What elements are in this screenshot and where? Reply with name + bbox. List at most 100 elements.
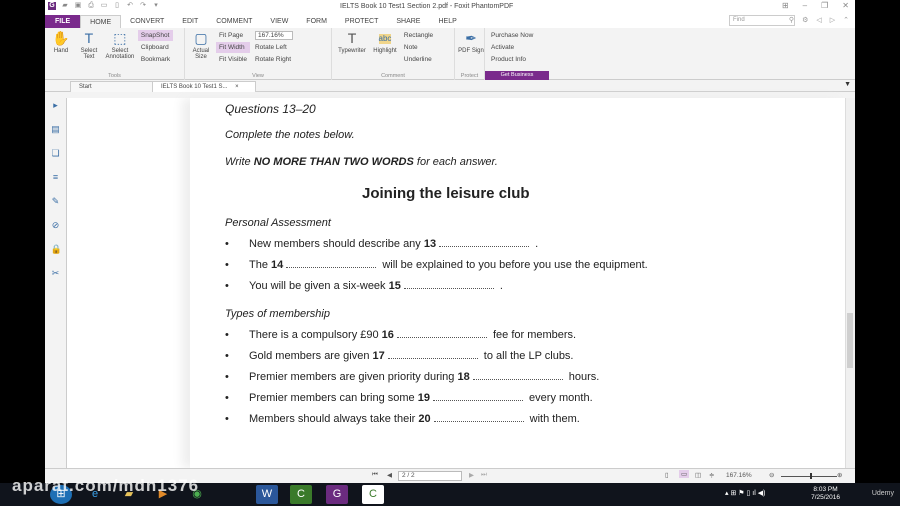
- rotate-right-button[interactable]: Rotate Right: [252, 54, 296, 65]
- tools-icon[interactable]: ✂: [51, 268, 61, 278]
- select-text-button[interactable]: T Select Text: [76, 30, 102, 60]
- security-lock-icon[interactable]: 🔒: [51, 244, 62, 254]
- tab-start[interactable]: Start: [70, 81, 155, 92]
- note-item: • Premier members are given priority duri…: [225, 371, 600, 383]
- watermark: aparat.com/mdn1376: [12, 476, 200, 495]
- new-icon[interactable]: ▯: [113, 2, 121, 10]
- first-page-icon[interactable]: ⏮: [372, 471, 378, 479]
- activate-button[interactable]: Activate: [488, 42, 536, 53]
- single-page-icon[interactable]: ▯: [665, 471, 669, 479]
- business-group: Purchase Now Activate Product Info Get B…: [485, 28, 549, 80]
- prev-icon[interactable]: ◁: [816, 16, 821, 24]
- open-icon[interactable]: ▰: [61, 2, 69, 10]
- page-number-input[interactable]: 2 / 2: [398, 471, 462, 481]
- typewriter-button[interactable]: T Typewriter: [335, 30, 369, 54]
- answer-blank: [286, 260, 377, 268]
- fit-page-button[interactable]: Fit Page: [216, 30, 250, 41]
- menu-form[interactable]: FORM: [297, 15, 336, 28]
- bullet: •: [225, 350, 229, 362]
- vertical-scrollbar[interactable]: [845, 98, 855, 468]
- purchase-now-button[interactable]: Purchase Now: [488, 30, 536, 41]
- window-title: IELTS Book 10 Test1 Section 2.pdf - Foxi…: [340, 3, 514, 10]
- tab-list-dropdown-icon[interactable]: ▼: [844, 81, 851, 88]
- find-input[interactable]: Find: [729, 15, 795, 26]
- bookmark-button[interactable]: Bookmark: [138, 54, 173, 65]
- layers-icon[interactable]: ❏: [51, 148, 61, 158]
- last-page-icon[interactable]: ⏭: [481, 471, 487, 479]
- hand-icon: ✋: [52, 30, 70, 46]
- gear-icon[interactable]: ⚙: [802, 16, 808, 24]
- undo-icon[interactable]: ↶: [126, 2, 134, 10]
- foxit-taskbar-icon[interactable]: G: [326, 485, 348, 504]
- highlight-button[interactable]: abc Highlight: [371, 30, 399, 54]
- scrollbar-thumb[interactable]: [847, 313, 853, 368]
- menu-share[interactable]: SHARE: [387, 15, 429, 28]
- zoom-level[interactable]: 167.16%: [726, 472, 752, 479]
- prev-page-icon[interactable]: ◀: [387, 471, 392, 479]
- menu-view[interactable]: VIEW: [261, 15, 297, 28]
- get-business-button[interactable]: Get Business: [485, 71, 549, 80]
- close-icon[interactable]: ✕: [842, 1, 849, 10]
- menu-convert[interactable]: CONVERT: [121, 15, 173, 28]
- clipboard-button[interactable]: Clipboard: [138, 42, 173, 53]
- collapse-ribbon-icon[interactable]: ⌃: [843, 16, 849, 24]
- clock[interactable]: 8:03 PM 7/25/2016: [811, 486, 840, 502]
- rectangle-button[interactable]: Rectangle: [401, 30, 436, 41]
- select-annotation-button[interactable]: ⬚ Select Annotation: [104, 30, 136, 60]
- pages-icon[interactable]: ▤: [51, 124, 61, 134]
- product-info-button[interactable]: Product Info: [488, 54, 536, 65]
- word-taskbar-icon[interactable]: W: [256, 485, 278, 504]
- answer-blank: [472, 372, 563, 380]
- customize-icon[interactable]: ▾: [152, 2, 160, 10]
- comments-icon[interactable]: ✎: [51, 196, 61, 206]
- restore-icon[interactable]: ❐: [821, 1, 828, 10]
- facing-page-icon[interactable]: ◫: [695, 471, 701, 479]
- print-icon[interactable]: ⎙: [87, 2, 95, 10]
- fit-visible-button[interactable]: Fit Visible: [216, 54, 250, 65]
- save-icon[interactable]: ▣: [74, 2, 82, 10]
- next-page-icon[interactable]: ▶: [469, 471, 474, 479]
- fit-width-button[interactable]: Fit Width: [215, 42, 251, 53]
- search-icon[interactable]: ⚲: [789, 16, 794, 24]
- comment-group: T Typewriter abc Highlight Rectangle Note …: [332, 28, 455, 80]
- menu-file[interactable]: FILE: [45, 15, 81, 28]
- section-personal-assessment: Personal Assessment: [225, 217, 331, 229]
- redo-icon[interactable]: ↷: [139, 2, 147, 10]
- note-button[interactable]: Note: [401, 42, 436, 53]
- attachments-icon[interactable]: ⊘: [51, 220, 61, 230]
- close-tab-icon[interactable]: ×: [235, 84, 239, 90]
- expand-panel-icon[interactable]: ▸: [51, 100, 61, 110]
- next-icon[interactable]: ▷: [830, 16, 835, 24]
- zoom-select[interactable]: 167.16%: [254, 31, 293, 40]
- answer-blank: [439, 239, 530, 247]
- menu-help[interactable]: HELP: [429, 15, 465, 28]
- continuous-page-icon[interactable]: ▭: [679, 470, 690, 478]
- menu-edit[interactable]: EDIT: [173, 15, 207, 28]
- underline-button[interactable]: Underline: [401, 54, 436, 65]
- zoom-slider-handle[interactable]: [810, 473, 812, 479]
- zoom-in-icon[interactable]: ⊕: [837, 471, 842, 479]
- camtasia-recorder-taskbar-icon[interactable]: C: [362, 485, 384, 504]
- title-bar: G ▰ ▣ ⎙ ▭ ▯ ↶ ↷ ▾ IELTS Book 10 Test1 Se…: [45, 0, 855, 14]
- menu-comment[interactable]: COMMENT: [207, 15, 261, 28]
- rotate-left-button[interactable]: Rotate Left: [252, 42, 296, 53]
- minimize-icon[interactable]: –: [803, 1, 807, 10]
- hand-button[interactable]: ✋ Hand: [48, 30, 74, 54]
- scan-icon[interactable]: ▭: [100, 2, 108, 10]
- actual-size-button[interactable]: ▢ Actual Size: [188, 30, 214, 60]
- select-text-icon: T: [84, 30, 94, 46]
- instruction-2: Write NO MORE THAN TWO WORDS for each an…: [225, 156, 498, 168]
- pdf-sign-button[interactable]: ✒ PDF Sign: [458, 30, 484, 54]
- bullet: •: [225, 392, 229, 404]
- menu-home[interactable]: HOME: [80, 15, 122, 28]
- system-tray-icons[interactable]: ▴ ⊞ ⚑ ▯ ıl ◀): [725, 489, 765, 497]
- bookmarks-icon[interactable]: ≡: [51, 172, 61, 182]
- snapshot-button[interactable]: SnapShot: [137, 30, 174, 41]
- camtasia-taskbar-icon[interactable]: C: [290, 485, 312, 504]
- ribbon-toggle-icon[interactable]: ⊞: [782, 1, 789, 10]
- continuous-facing-icon[interactable]: ≑: [709, 471, 714, 479]
- tab-ielts-document[interactable]: IELTS Book 10 Test1 S... ×: [152, 81, 256, 92]
- menu-protect[interactable]: PROTECT: [336, 15, 387, 28]
- zoom-slider[interactable]: [781, 476, 837, 477]
- zoom-out-icon[interactable]: ⊖: [769, 471, 774, 479]
